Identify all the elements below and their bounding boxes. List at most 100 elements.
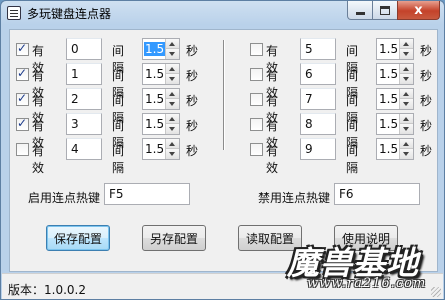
spin-up-icon[interactable] (166, 39, 179, 49)
seconds-label: 秒 (186, 44, 199, 58)
interval-value: 1.5 (145, 117, 165, 131)
spin-down-icon[interactable] (166, 99, 179, 109)
key-input[interactable]: 3 (66, 113, 102, 135)
column-divider (223, 40, 225, 150)
close-icon: x (414, 2, 423, 18)
spin-up-icon[interactable] (400, 114, 413, 124)
interval-spinner[interactable]: 1.5 (376, 88, 414, 110)
interval-label: 间隔 (346, 144, 359, 175)
main-panel: 有效0间隔1.5秒有效1间隔1.5秒有效2间隔1.5秒有效3间隔1.5秒有效4间… (9, 29, 438, 272)
interval-spinner[interactable]: 1.5 (376, 138, 414, 160)
site-watermark: 魔兽基地 www.ra216.com (281, 238, 445, 300)
spin-up-icon[interactable] (166, 64, 179, 74)
enable-hotkey-label: 启用连点热键 (28, 191, 101, 205)
close-button[interactable]: x (397, 1, 440, 20)
keyboard-app-icon (7, 6, 21, 20)
minimize-icon (355, 12, 365, 15)
valid-label: 有效 (266, 144, 279, 175)
spinner-arrows (399, 114, 413, 134)
spin-down-icon[interactable] (166, 49, 179, 59)
interval-value: 1.5 (145, 92, 165, 106)
key-input[interactable]: 9 (300, 138, 336, 160)
enable-checkbox[interactable] (16, 143, 29, 156)
valid-label: 有效 (32, 144, 45, 175)
enable-checkbox[interactable] (16, 91, 29, 106)
interval-label: 间隔 (112, 144, 125, 175)
spinner-arrows (165, 89, 179, 109)
interval-value: 1.5 (379, 92, 399, 106)
spin-down-icon[interactable] (400, 124, 413, 134)
interval-spinner[interactable]: 1.5 (142, 38, 180, 60)
seconds-label: 秒 (186, 94, 199, 108)
interval-spinner[interactable]: 1.5 (142, 88, 180, 110)
seconds-label: 秒 (420, 119, 433, 133)
spin-down-icon[interactable] (400, 99, 413, 109)
disable-hotkey-label: 禁用连点热键 (258, 191, 331, 205)
key-input[interactable]: 0 (66, 38, 102, 60)
spinner-arrows (399, 39, 413, 59)
save-config-button[interactable]: 保存配置 (46, 225, 110, 251)
enable-checkbox[interactable] (250, 68, 263, 81)
spin-down-icon[interactable] (166, 149, 179, 159)
key-input[interactable]: 5 (300, 38, 336, 60)
enable-checkbox[interactable] (16, 116, 29, 131)
interval-spinner[interactable]: 1.5 (142, 113, 180, 135)
key-input[interactable]: 8 (300, 113, 336, 135)
enable-hotkey-input[interactable]: F5 (104, 183, 190, 205)
interval-spinner[interactable]: 1.5 (376, 113, 414, 135)
spinner-arrows (399, 64, 413, 84)
spin-down-icon[interactable] (400, 49, 413, 59)
enable-checkbox[interactable] (16, 66, 29, 81)
enable-checkbox[interactable] (16, 41, 29, 56)
title-bar[interactable]: 多玩键盘连点器 x (1, 1, 444, 25)
interval-spinner[interactable]: 1.5 (142, 138, 180, 160)
key-input[interactable]: 7 (300, 88, 336, 110)
seconds-label: 秒 (186, 69, 199, 83)
spin-up-icon[interactable] (166, 139, 179, 149)
interval-spinner[interactable]: 1.5 (142, 63, 180, 85)
spin-down-icon[interactable] (166, 74, 179, 84)
maximize-icon (380, 5, 390, 15)
version-label: 版本：1.0.0.2 (8, 283, 86, 297)
disable-hotkey-input[interactable]: F6 (334, 183, 420, 205)
spin-up-icon[interactable] (400, 64, 413, 74)
enable-checkbox[interactable] (250, 93, 263, 106)
seconds-label: 秒 (186, 144, 199, 158)
seconds-label: 秒 (420, 94, 433, 108)
seconds-label: 秒 (186, 119, 199, 133)
interval-value: 1.5 (379, 117, 399, 131)
spin-down-icon[interactable] (400, 74, 413, 84)
enable-checkbox[interactable] (250, 118, 263, 131)
interval-value: 1.5 (145, 67, 165, 81)
interval-spinner[interactable]: 1.5 (376, 38, 414, 60)
key-input[interactable]: 1 (66, 63, 102, 85)
spin-up-icon[interactable] (166, 89, 179, 99)
key-input[interactable]: 4 (66, 138, 102, 160)
spin-up-icon[interactable] (400, 139, 413, 149)
spin-down-icon[interactable] (400, 149, 413, 159)
interval-value: 1.5 (144, 42, 166, 56)
enable-checkbox[interactable] (250, 143, 263, 156)
enable-checkbox[interactable] (250, 43, 263, 56)
spin-up-icon[interactable] (400, 39, 413, 49)
key-input[interactable]: 2 (66, 88, 102, 110)
interval-value: 1.5 (379, 142, 399, 156)
seconds-label: 秒 (420, 69, 433, 83)
interval-value: 1.5 (379, 67, 399, 81)
spin-up-icon[interactable] (166, 114, 179, 124)
interval-spinner[interactable]: 1.5 (376, 63, 414, 85)
key-input[interactable]: 6 (300, 63, 336, 85)
spin-up-icon[interactable] (400, 89, 413, 99)
spinner-arrows (165, 39, 179, 59)
maximize-button[interactable] (372, 1, 398, 20)
spinner-arrows (165, 114, 179, 134)
minimize-button[interactable] (347, 1, 373, 20)
spinner-arrows (165, 64, 179, 84)
save-as-config-button[interactable]: 另存配置 (142, 225, 206, 251)
interval-value: 1.5 (379, 42, 399, 56)
seconds-label: 秒 (420, 144, 433, 158)
window-title: 多玩键盘连点器 (27, 7, 112, 21)
interval-value: 1.5 (145, 142, 165, 156)
spinner-arrows (399, 89, 413, 109)
spin-down-icon[interactable] (166, 124, 179, 134)
